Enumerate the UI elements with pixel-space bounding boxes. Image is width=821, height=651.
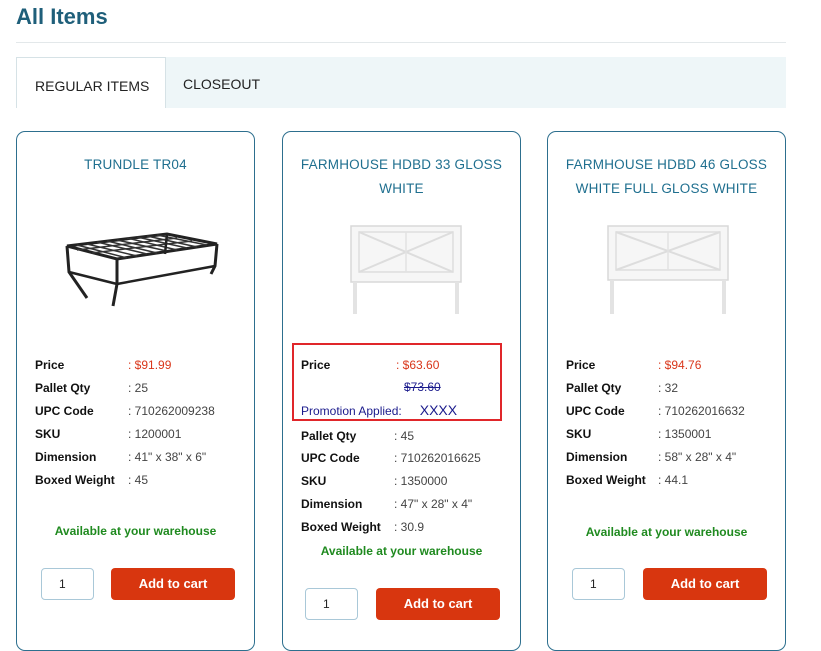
- upc-label: UPC Code: [566, 404, 625, 418]
- boxed-weight-value: : 30.9: [394, 520, 425, 534]
- dimension-label: Dimension: [301, 497, 363, 511]
- availability-status: Available at your warehouse: [54, 524, 217, 538]
- product-card: TRUNDLE TR04 Price : $91.99 Pallet Qty : 2…: [16, 131, 255, 651]
- boxed-weight-value: : 45: [128, 473, 149, 487]
- upc-value: : 710262009238: [128, 404, 215, 418]
- sku-label: SKU: [301, 474, 327, 488]
- dimension-value: : 58" x 28" x 4": [658, 450, 737, 464]
- price-value: : $63.60: [396, 358, 440, 372]
- price-label: Price: [566, 358, 596, 372]
- pallet-qty-value: : 32: [658, 381, 679, 395]
- page-title: All Items: [16, 4, 108, 29]
- dimension-label: Dimension: [566, 450, 628, 464]
- price-value: : $91.99: [128, 358, 172, 372]
- tab-bar: REGULAR ITEMS CLOSEOUT: [16, 57, 786, 108]
- title-divider: [16, 42, 786, 43]
- add-to-cart-button[interactable]: Add to cart: [376, 588, 500, 620]
- sku-value: : 1350000: [394, 474, 448, 488]
- quantity-input[interactable]: 1: [572, 568, 625, 600]
- price-label: Price: [301, 358, 331, 372]
- pallet-qty-value: : 45: [394, 429, 415, 443]
- upc-value: : 710262016625: [394, 451, 481, 465]
- pallet-qty-label: Pallet Qty: [301, 429, 357, 443]
- pallet-qty-label: Pallet Qty: [566, 381, 622, 395]
- boxed-weight-label: Boxed Weight: [566, 473, 646, 487]
- availability-status: Available at your warehouse: [585, 525, 748, 539]
- sku-label: SKU: [566, 427, 592, 441]
- promotion-row: Promotion Applied: XXXX: [301, 402, 457, 418]
- original-price: $73.60: [404, 380, 441, 394]
- quantity-input[interactable]: 1: [305, 588, 358, 620]
- upc-value: : 710262016632: [658, 404, 745, 418]
- upc-label: UPC Code: [35, 404, 94, 418]
- pallet-qty-value: : 25: [128, 381, 149, 395]
- boxed-weight-value: : 44.1: [658, 473, 689, 487]
- product-name[interactable]: TRUNDLE TR04: [17, 153, 254, 177]
- tab-regular-items[interactable]: REGULAR ITEMS: [16, 57, 166, 108]
- product-card: FARMHOUSE HDBD 33 GLOSS WHITE Price : $63…: [282, 131, 521, 651]
- dimension-value: : 47" x 28" x 4": [394, 497, 473, 511]
- sku-value: : 1200001: [128, 427, 182, 441]
- add-to-cart-button[interactable]: Add to cart: [111, 568, 235, 600]
- add-to-cart-button[interactable]: Add to cart: [643, 568, 767, 600]
- availability-status: Available at your warehouse: [320, 544, 483, 558]
- sku-label: SKU: [35, 427, 61, 441]
- price-value: : $94.76: [658, 358, 702, 372]
- white-headboard-image[interactable]: [578, 214, 758, 314]
- product-name[interactable]: FARMHOUSE HDBD 33 GLOSS WHITE: [283, 153, 520, 201]
- pallet-qty-label: Pallet Qty: [35, 381, 91, 395]
- sku-value: : 1350001: [658, 427, 712, 441]
- dimension-value: : 41" x 38" x 6": [128, 450, 207, 464]
- promotion-label: Promotion Applied:: [301, 404, 402, 418]
- product-name[interactable]: FARMHOUSE HDBD 46 GLOSS WHITE FULL GLOSS…: [548, 153, 785, 201]
- white-headboard-image[interactable]: [313, 214, 493, 314]
- boxed-weight-label: Boxed Weight: [301, 520, 381, 534]
- quantity-input[interactable]: 1: [41, 568, 94, 600]
- price-label: Price: [35, 358, 65, 372]
- promotion-code: XXXX: [419, 402, 458, 418]
- tab-label: REGULAR ITEMS: [35, 78, 150, 94]
- boxed-weight-label: Boxed Weight: [35, 473, 115, 487]
- trundle-bed-frame-image[interactable]: [47, 214, 227, 314]
- tab-closeout[interactable]: CLOSEOUT: [183, 76, 260, 92]
- dimension-label: Dimension: [35, 450, 97, 464]
- upc-label: UPC Code: [301, 451, 360, 465]
- product-card: FARMHOUSE HDBD 46 GLOSS WHITE FULL GLOSS…: [547, 131, 786, 651]
